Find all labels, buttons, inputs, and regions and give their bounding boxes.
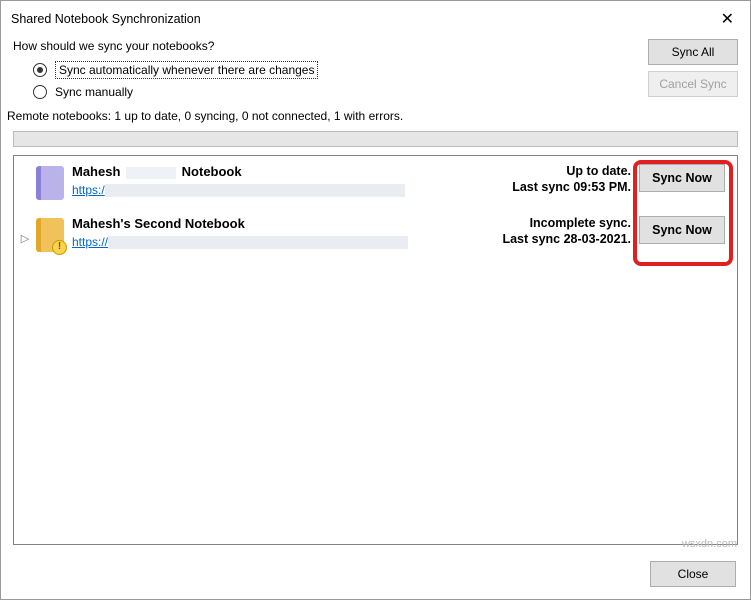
notebook-icon-warning xyxy=(36,218,64,252)
radio-label-auto: Sync automatically whenever there are ch… xyxy=(55,61,318,79)
sync-all-button[interactable]: Sync All xyxy=(648,39,738,65)
title-prefix: Mahesh xyxy=(72,164,120,179)
redacted-url xyxy=(108,236,408,249)
redacted-url xyxy=(105,184,405,197)
radio-icon xyxy=(33,63,47,77)
window-title: Shared Notebook Synchronization xyxy=(11,12,201,26)
radio-label-manual: Sync manually xyxy=(55,85,133,99)
sync-question: How should we sync your notebooks? xyxy=(13,39,648,53)
close-button[interactable]: Close xyxy=(650,561,736,587)
dialog-window: Shared Notebook Synchronization ✕ How sh… xyxy=(0,0,751,600)
notebook-link[interactable]: https:// xyxy=(72,235,108,249)
notebook-title: Mahesh's Second Notebook xyxy=(72,216,461,231)
notebook-row: Mahesh Notebook https:/ Up to date. Last… xyxy=(14,156,737,208)
notebook-status: Incomplete sync. Last sync 28-03-2021. xyxy=(461,216,631,246)
last-sync-text: Last sync 28-03-2021. xyxy=(461,232,631,246)
notebook-list: Mahesh Notebook https:/ Up to date. Last… xyxy=(13,155,738,545)
close-icon[interactable]: ✕ xyxy=(715,9,740,29)
expander-icon[interactable]: ▷ xyxy=(18,232,32,245)
remote-status: Remote notebooks: 1 up to date, 0 syncin… xyxy=(1,105,750,129)
notebook-link[interactable]: https:/ xyxy=(72,183,105,197)
title-suffix: Notebook xyxy=(182,164,242,179)
notebook-status: Up to date. Last sync 09:53 PM. xyxy=(461,164,631,194)
radio-icon xyxy=(33,85,47,99)
redacted-text xyxy=(126,167,176,179)
notebook-row: ▷ Mahesh's Second Notebook https:// Inco… xyxy=(14,208,737,260)
radio-sync-manual[interactable]: Sync manually xyxy=(33,85,648,99)
notebook-title: Mahesh Notebook xyxy=(72,164,461,179)
dialog-footer: Close xyxy=(1,553,750,599)
titlebar: Shared Notebook Synchronization ✕ xyxy=(1,1,750,33)
radio-sync-auto[interactable]: Sync automatically whenever there are ch… xyxy=(33,61,648,79)
notebook-icon xyxy=(36,166,64,200)
watermark: wsxdn.com xyxy=(682,538,737,550)
status-text: Incomplete sync. xyxy=(461,216,631,230)
sync-now-button[interactable]: Sync Now xyxy=(639,216,725,244)
sync-now-button[interactable]: Sync Now xyxy=(639,164,725,192)
cancel-sync-button: Cancel Sync xyxy=(648,71,738,97)
options-area: How should we sync your notebooks? Sync … xyxy=(1,33,750,105)
status-text: Up to date. xyxy=(461,164,631,178)
last-sync-text: Last sync 09:53 PM. xyxy=(461,180,631,194)
progress-bar xyxy=(13,131,738,147)
